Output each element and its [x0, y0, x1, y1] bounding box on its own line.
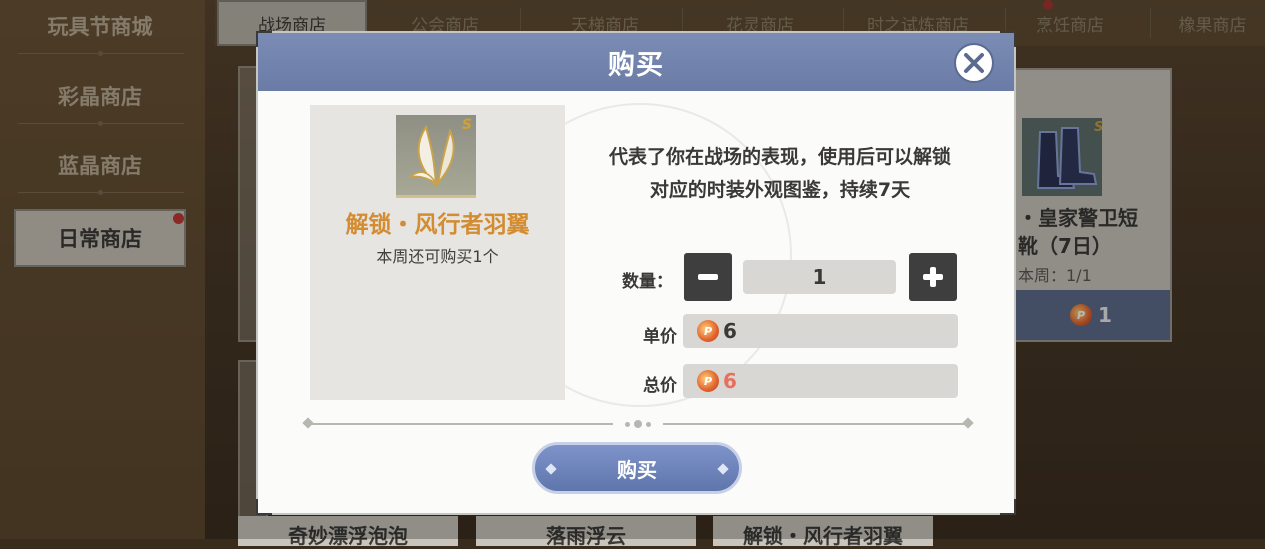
purchase-dialog: 购买 S 解锁・风行者羽翼 本周还可购买1个 代表了你在战场的表现，使用后可以解… — [256, 31, 1016, 515]
divider-ornament — [613, 417, 663, 431]
dialog-title: 购买 — [608, 49, 664, 81]
description-line: 代表了你在战场的表现，使用后可以解锁 — [608, 146, 951, 168]
total-price-value: 6 — [723, 369, 737, 393]
item-preview-panel: S 解锁・风行者羽翼 本周还可购买1个 — [310, 105, 565, 400]
minus-icon — [698, 274, 718, 280]
coin-icon: P — [697, 320, 719, 342]
unit-price-label: 单价 — [643, 327, 677, 347]
coin-icon: P — [697, 370, 719, 392]
description-line: 对应的时装外观图鉴，持续7天 — [649, 179, 911, 201]
diamond-ornament — [717, 463, 729, 475]
unit-price-value: 6 — [723, 319, 737, 343]
unit-price-field: P 6 — [683, 314, 958, 348]
wing-icon: S — [396, 115, 476, 198]
plus-icon — [923, 267, 943, 287]
diamond-ornament — [545, 463, 557, 475]
buy-button-label: 购买 — [617, 457, 657, 482]
total-price-label: 总价 — [643, 376, 677, 396]
quantity-input[interactable]: 1 — [743, 260, 896, 294]
grade-badge: S — [461, 117, 472, 133]
increase-quantity-button[interactable] — [909, 253, 957, 301]
corner-ornament — [1000, 499, 1016, 515]
buy-button[interactable]: 购买 — [532, 442, 742, 494]
dialog-header: 购买 — [258, 33, 1014, 91]
item-description: 代表了你在战场的表现，使用后可以解锁 对应的时装外观图鉴，持续7天 — [570, 141, 990, 207]
item-name: 解锁・风行者羽翼 — [345, 212, 530, 238]
close-button[interactable] — [954, 43, 994, 83]
total-price-field: P 6 — [683, 364, 958, 398]
weekly-limit: 本周还可购买1个 — [376, 247, 499, 266]
decrease-quantity-button[interactable] — [684, 253, 732, 301]
quantity-label: 数量： — [622, 272, 673, 292]
close-icon — [964, 53, 984, 73]
corner-ornament — [256, 499, 272, 515]
